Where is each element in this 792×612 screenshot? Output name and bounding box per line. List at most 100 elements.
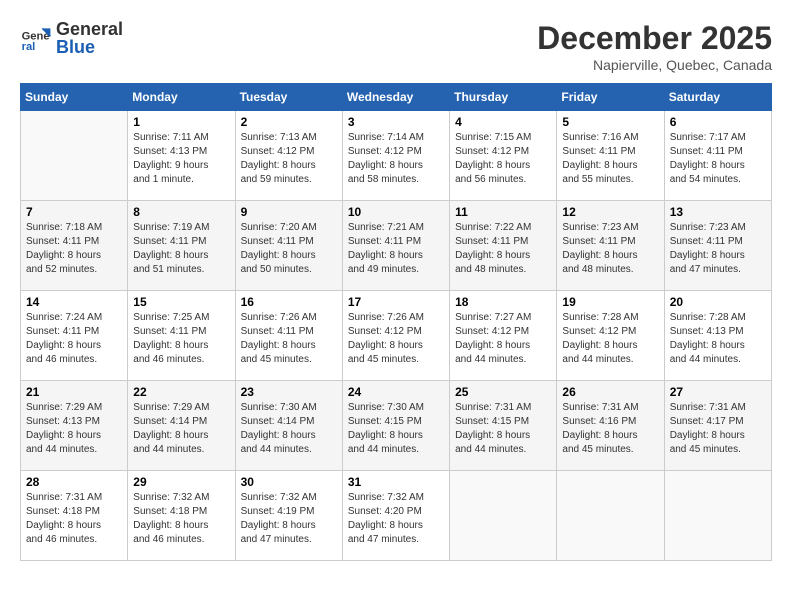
logo-blue-text: Blue bbox=[56, 38, 123, 56]
day-info: Sunrise: 7:28 AMSunset: 4:13 PMDaylight:… bbox=[670, 311, 766, 367]
header-wednesday: Wednesday bbox=[342, 84, 449, 111]
calendar-cell: 8 Sunrise: 7:19 AMSunset: 4:11 PMDaylight… bbox=[128, 201, 235, 291]
calendar-week-row: 21 Sunrise: 7:29 AMSunset: 4:13 PMDayligh… bbox=[21, 381, 772, 471]
day-info: Sunrise: 7:29 AMSunset: 4:14 PMDaylight:… bbox=[133, 401, 229, 457]
calendar-cell bbox=[21, 111, 128, 201]
day-number: 23 bbox=[241, 385, 337, 399]
calendar-week-row: 7 Sunrise: 7:18 AMSunset: 4:11 PMDaylight… bbox=[21, 201, 772, 291]
day-number: 1 bbox=[133, 115, 229, 129]
calendar-cell bbox=[557, 471, 664, 561]
header-monday: Monday bbox=[128, 84, 235, 111]
day-number: 17 bbox=[348, 295, 444, 309]
day-number: 28 bbox=[26, 475, 122, 489]
calendar-cell: 22 Sunrise: 7:29 AMSunset: 4:14 PMDayligh… bbox=[128, 381, 235, 471]
calendar-cell: 2 Sunrise: 7:13 AMSunset: 4:12 PMDaylight… bbox=[235, 111, 342, 201]
day-info: Sunrise: 7:28 AMSunset: 4:12 PMDaylight:… bbox=[562, 311, 658, 367]
day-number: 7 bbox=[26, 205, 122, 219]
svg-text:ral: ral bbox=[22, 41, 36, 53]
calendar-cell: 14 Sunrise: 7:24 AMSunset: 4:11 PMDayligh… bbox=[21, 291, 128, 381]
day-number: 9 bbox=[241, 205, 337, 219]
calendar-cell: 12Sunrise: 7:23 AMSunset: 4:11 PMDayligh… bbox=[557, 201, 664, 291]
day-info: Sunrise: 7:16 AMSunset: 4:11 PMDaylight:… bbox=[562, 131, 658, 187]
calendar-cell: 29Sunrise: 7:32 AMSunset: 4:18 PMDayligh… bbox=[128, 471, 235, 561]
day-info: Sunrise: 7:31 AMSunset: 4:15 PMDaylight:… bbox=[455, 401, 551, 457]
calendar-cell: 19Sunrise: 7:28 AMSunset: 4:12 PMDayligh… bbox=[557, 291, 664, 381]
day-info: Sunrise: 7:26 AMSunset: 4:12 PMDaylight:… bbox=[348, 311, 444, 367]
calendar-week-row: 28 Sunrise: 7:31 AMSunset: 4:18 PMDayligh… bbox=[21, 471, 772, 561]
day-number: 14 bbox=[26, 295, 122, 309]
calendar-week-row: 14 Sunrise: 7:24 AMSunset: 4:11 PMDayligh… bbox=[21, 291, 772, 381]
day-info: Sunrise: 7:27 AMSunset: 4:12 PMDaylight:… bbox=[455, 311, 551, 367]
day-info: Sunrise: 7:23 AMSunset: 4:11 PMDaylight:… bbox=[562, 221, 658, 277]
header-saturday: Saturday bbox=[664, 84, 771, 111]
day-info: Sunrise: 7:17 AMSunset: 4:11 PMDaylight:… bbox=[670, 131, 766, 187]
day-number: 16 bbox=[241, 295, 337, 309]
day-info: Sunrise: 7:31 AMSunset: 4:17 PMDaylight:… bbox=[670, 401, 766, 457]
day-info: Sunrise: 7:18 AMSunset: 4:11 PMDaylight:… bbox=[26, 221, 122, 277]
day-info: Sunrise: 7:22 AMSunset: 4:11 PMDaylight:… bbox=[455, 221, 551, 277]
calendar-cell: 5 Sunrise: 7:16 AMSunset: 4:11 PMDaylight… bbox=[557, 111, 664, 201]
day-number: 13 bbox=[670, 205, 766, 219]
calendar-cell: 21 Sunrise: 7:29 AMSunset: 4:13 PMDayligh… bbox=[21, 381, 128, 471]
day-number: 6 bbox=[670, 115, 766, 129]
calendar-cell: 9 Sunrise: 7:20 AMSunset: 4:11 PMDaylight… bbox=[235, 201, 342, 291]
logo: Gene ral General Blue bbox=[20, 20, 123, 56]
day-number: 18 bbox=[455, 295, 551, 309]
day-number: 2 bbox=[241, 115, 337, 129]
title-area: December 2025 Napierville, Quebec, Canad… bbox=[537, 20, 772, 73]
day-info: Sunrise: 7:32 AMSunset: 4:20 PMDaylight:… bbox=[348, 491, 444, 547]
day-info: Sunrise: 7:29 AMSunset: 4:13 PMDaylight:… bbox=[26, 401, 122, 457]
location: Napierville, Quebec, Canada bbox=[537, 57, 772, 73]
day-info: Sunrise: 7:15 AMSunset: 4:12 PMDaylight:… bbox=[455, 131, 551, 187]
day-number: 11 bbox=[455, 205, 551, 219]
calendar-cell bbox=[664, 471, 771, 561]
header: Gene ral General Blue December 2025 Napi… bbox=[20, 20, 772, 73]
calendar-cell: 20 Sunrise: 7:28 AMSunset: 4:13 PMDayligh… bbox=[664, 291, 771, 381]
month-title: December 2025 bbox=[537, 20, 772, 57]
day-info: Sunrise: 7:19 AMSunset: 4:11 PMDaylight:… bbox=[133, 221, 229, 277]
day-number: 24 bbox=[348, 385, 444, 399]
day-number: 25 bbox=[455, 385, 551, 399]
calendar-cell: 10 Sunrise: 7:21 AMSunset: 4:11 PMDayligh… bbox=[342, 201, 449, 291]
calendar-cell: 25 Sunrise: 7:31 AMSunset: 4:15 PMDayligh… bbox=[450, 381, 557, 471]
calendar-header-row: SundayMondayTuesdayWednesdayThursdayFrid… bbox=[21, 84, 772, 111]
day-info: Sunrise: 7:32 AMSunset: 4:19 PMDaylight:… bbox=[241, 491, 337, 547]
logo-general-text: General bbox=[56, 20, 123, 38]
day-info: Sunrise: 7:11 AMSunset: 4:13 PMDaylight:… bbox=[133, 131, 229, 187]
day-info: Sunrise: 7:23 AMSunset: 4:11 PMDaylight:… bbox=[670, 221, 766, 277]
calendar-week-row: 1 Sunrise: 7:11 AMSunset: 4:13 PMDaylight… bbox=[21, 111, 772, 201]
header-friday: Friday bbox=[557, 84, 664, 111]
day-info: Sunrise: 7:20 AMSunset: 4:11 PMDaylight:… bbox=[241, 221, 337, 277]
calendar-cell: 26 Sunrise: 7:31 AMSunset: 4:16 PMDayligh… bbox=[557, 381, 664, 471]
day-number: 22 bbox=[133, 385, 229, 399]
calendar-cell bbox=[450, 471, 557, 561]
day-number: 20 bbox=[670, 295, 766, 309]
header-thursday: Thursday bbox=[450, 84, 557, 111]
calendar-cell: 15Sunrise: 7:25 AMSunset: 4:11 PMDayligh… bbox=[128, 291, 235, 381]
calendar-table: SundayMondayTuesdayWednesdayThursdayFrid… bbox=[20, 83, 772, 561]
day-info: Sunrise: 7:25 AMSunset: 4:11 PMDaylight:… bbox=[133, 311, 229, 367]
calendar-cell: 18 Sunrise: 7:27 AMSunset: 4:12 PMDayligh… bbox=[450, 291, 557, 381]
day-info: Sunrise: 7:24 AMSunset: 4:11 PMDaylight:… bbox=[26, 311, 122, 367]
day-number: 30 bbox=[241, 475, 337, 489]
calendar-cell: 6 Sunrise: 7:17 AMSunset: 4:11 PMDaylight… bbox=[664, 111, 771, 201]
calendar-cell: 7 Sunrise: 7:18 AMSunset: 4:11 PMDaylight… bbox=[21, 201, 128, 291]
day-info: Sunrise: 7:31 AMSunset: 4:16 PMDaylight:… bbox=[562, 401, 658, 457]
calendar-cell: 28 Sunrise: 7:31 AMSunset: 4:18 PMDayligh… bbox=[21, 471, 128, 561]
day-number: 26 bbox=[562, 385, 658, 399]
day-number: 21 bbox=[26, 385, 122, 399]
calendar-cell: 1 Sunrise: 7:11 AMSunset: 4:13 PMDaylight… bbox=[128, 111, 235, 201]
calendar-cell: 17 Sunrise: 7:26 AMSunset: 4:12 PMDayligh… bbox=[342, 291, 449, 381]
day-number: 29 bbox=[133, 475, 229, 489]
day-number: 8 bbox=[133, 205, 229, 219]
calendar-cell: 24Sunrise: 7:30 AMSunset: 4:15 PMDayligh… bbox=[342, 381, 449, 471]
day-number: 10 bbox=[348, 205, 444, 219]
day-number: 5 bbox=[562, 115, 658, 129]
day-info: Sunrise: 7:21 AMSunset: 4:11 PMDaylight:… bbox=[348, 221, 444, 277]
calendar-cell: 30 Sunrise: 7:32 AMSunset: 4:19 PMDayligh… bbox=[235, 471, 342, 561]
day-info: Sunrise: 7:13 AMSunset: 4:12 PMDaylight:… bbox=[241, 131, 337, 187]
day-number: 3 bbox=[348, 115, 444, 129]
calendar-cell: 3Sunrise: 7:14 AMSunset: 4:12 PMDaylight… bbox=[342, 111, 449, 201]
day-info: Sunrise: 7:31 AMSunset: 4:18 PMDaylight:… bbox=[26, 491, 122, 547]
calendar-cell: 16Sunrise: 7:26 AMSunset: 4:11 PMDayligh… bbox=[235, 291, 342, 381]
